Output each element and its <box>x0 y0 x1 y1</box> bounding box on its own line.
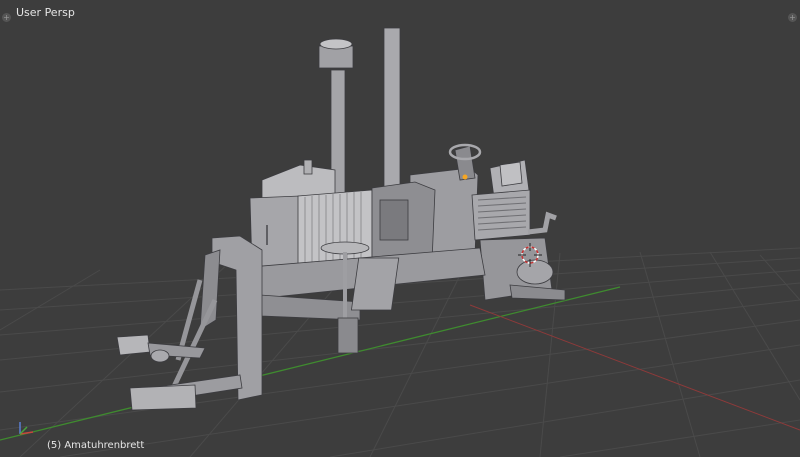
air-filter-top <box>319 38 353 50</box>
mudguard <box>350 257 400 311</box>
split-area-widget-icon[interactable]: + <box>788 13 797 22</box>
axis-gizmo-icon <box>19 422 34 435</box>
tractor-model[interactable] <box>116 27 566 411</box>
front-hook-top <box>116 334 151 356</box>
exhaust-elbow <box>527 211 557 235</box>
front-pivot <box>150 349 170 363</box>
split-area-widget-icon[interactable]: + <box>2 13 11 22</box>
view-name-label: User Persp <box>16 6 75 19</box>
seat-back <box>499 161 523 187</box>
cap-fitting <box>303 159 313 175</box>
rear-hub <box>516 259 554 285</box>
exhaust-pipe-right <box>383 27 401 189</box>
3d-viewport[interactable]: User Persp (5) Amatuhrenbrett + + <box>0 0 800 457</box>
front-hook-bottom <box>129 384 197 411</box>
x-axis-line <box>469 304 800 431</box>
post-base <box>337 317 359 354</box>
engine-detail <box>379 199 409 241</box>
active-object-label: (5) Amatuhrenbrett <box>47 440 145 451</box>
viewport-scene[interactable] <box>0 0 800 457</box>
origin-dot <box>462 174 468 180</box>
front-lift-arm <box>199 249 221 331</box>
